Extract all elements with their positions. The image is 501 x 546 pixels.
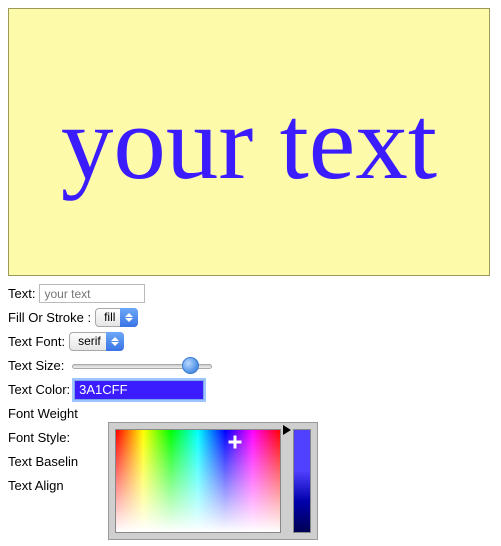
text-baseline-label: Text Baselin — [8, 454, 78, 469]
text-color-row: Text Color: — [8, 380, 493, 399]
hue-slider[interactable] — [293, 429, 311, 533]
text-font-select[interactable]: serif — [69, 332, 124, 351]
text-font-row: Text Font: serif — [8, 332, 493, 351]
slider-thumb[interactable] — [182, 357, 199, 374]
text-size-row: Text Size: — [8, 356, 493, 375]
crosshair-icon — [229, 436, 242, 449]
font-weight-label: Font Weight — [8, 406, 78, 421]
fill-or-stroke-row: Fill Or Stroke : fill — [8, 308, 493, 327]
text-color-input[interactable] — [74, 380, 204, 400]
text-font-label: Text Font: — [8, 334, 65, 349]
fill-or-stroke-select[interactable]: fill — [95, 308, 138, 327]
text-label: Text: — [8, 286, 35, 301]
hue-arrow-icon — [283, 425, 291, 435]
font-style-label: Font Style: — [8, 430, 70, 445]
font-weight-row: Font Weight — [8, 404, 493, 423]
text-size-label: Text Size: — [8, 358, 64, 373]
text-color-label: Text Color: — [8, 382, 70, 397]
text-size-slider[interactable] — [72, 358, 212, 374]
saturation-value-area[interactable] — [115, 429, 281, 533]
color-picker-popup[interactable] — [108, 422, 318, 540]
text-input[interactable] — [39, 284, 145, 303]
text-align-label: Text Align — [8, 478, 64, 493]
preview-text: your text — [61, 90, 437, 195]
fill-or-stroke-label: Fill Or Stroke : — [8, 310, 91, 325]
text-row: Text: — [8, 284, 493, 303]
text-preview-canvas: your text — [8, 8, 490, 276]
